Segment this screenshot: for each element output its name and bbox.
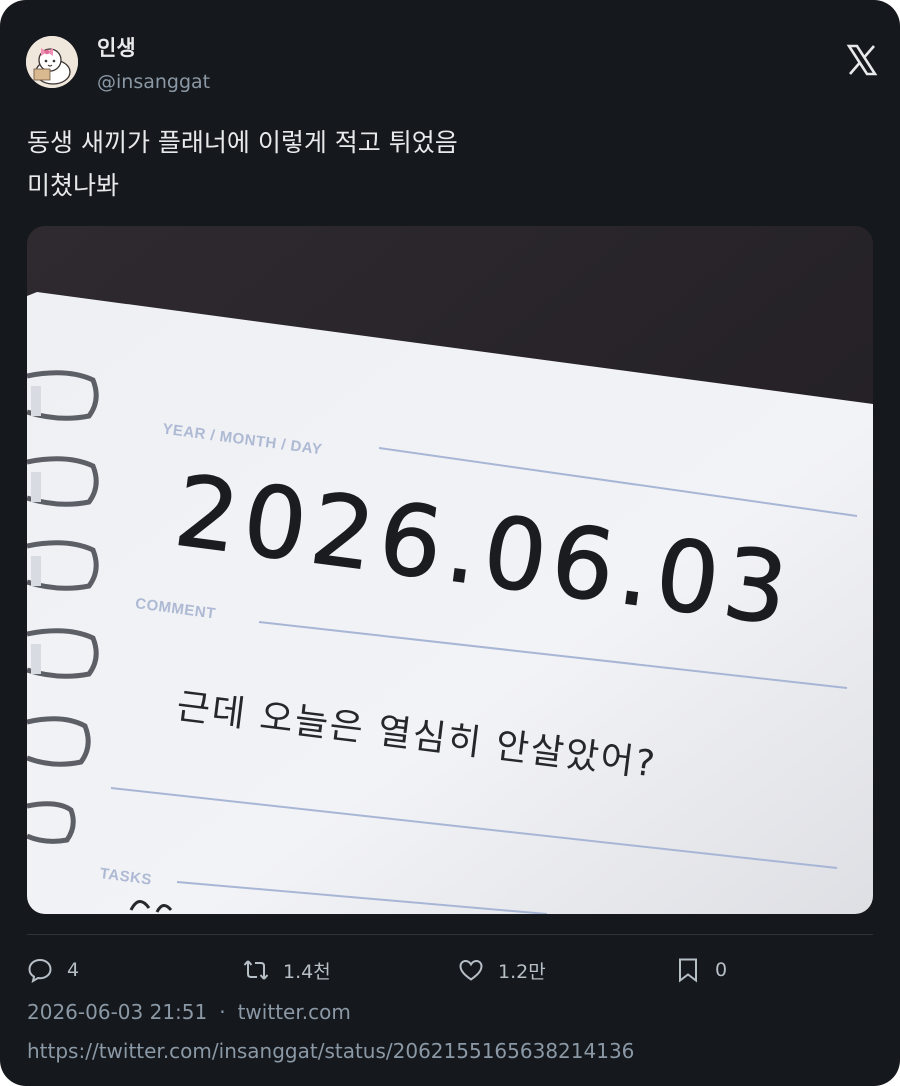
meta-separator: · [219,1000,226,1024]
tweet-timestamp[interactable]: 2026-06-03 21:51 [27,1000,207,1024]
tweet-text-line: 동생 새끼가 플래너에 이렇게 적고 튀었음 [27,128,458,157]
retweet-count: 1.4천 [283,960,331,983]
reply-button[interactable]: 4 [27,953,79,987]
divider [27,934,873,935]
tweet-url-link[interactable]: https://twitter.com/insanggat/status/206… [27,1039,634,1063]
author-handle[interactable]: @insanggat [97,71,210,93]
bookmark-button[interactable]: 0 [675,953,727,987]
avatar[interactable] [26,36,78,88]
like-button[interactable]: 1.2만 [458,953,546,987]
tweet-text: 동생 새끼가 플래너에 이렇게 적고 튀었음 미쳤나봐 [27,121,867,207]
tweet-text-line: 미쳤나봐 [27,171,120,200]
tweet-source[interactable]: twitter.com [238,1000,351,1024]
tweet-meta: 2026-06-03 21:51 · twitter.com [27,1000,351,1024]
bookmark-icon [679,958,697,983]
retweet-icon [243,960,269,980]
reply-icon [28,958,52,983]
retweet-button[interactable]: 1.4천 [243,953,331,987]
avatar-image [26,36,78,88]
author-display-name[interactable]: 인생 [97,32,136,62]
like-count: 1.2만 [498,960,546,983]
tweet-card: 인생 @insanggat 동생 새끼가 플래너에 이렇게 적고 튀었음 미쳤나… [0,0,900,1086]
x-logo-icon[interactable] [846,43,878,77]
tweet-photo[interactable]: YEAR / MONTH / DAY 2026.06.03 COMMENT 근데… [27,226,873,914]
reply-count: 4 [67,959,80,981]
like-icon [459,959,483,981]
bookmark-count: 0 [715,959,728,981]
